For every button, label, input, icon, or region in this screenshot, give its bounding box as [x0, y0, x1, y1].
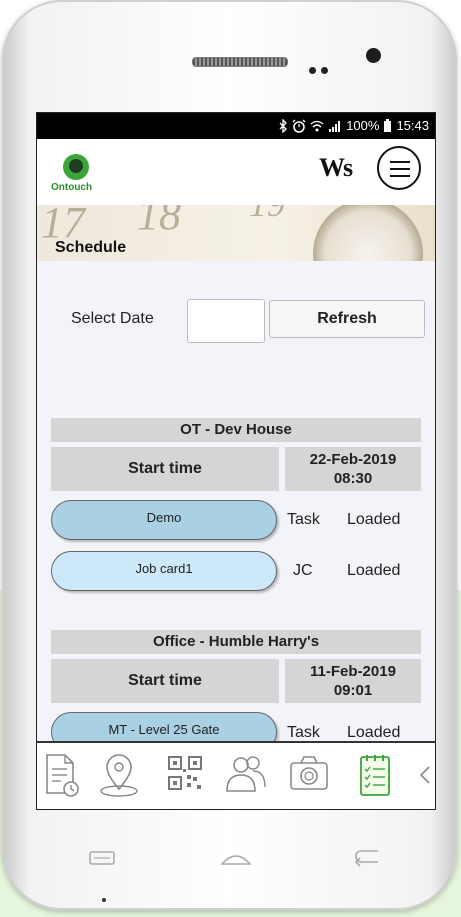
page-title: Schedule: [55, 239, 127, 256]
sensor-dot: [321, 67, 328, 74]
battery-percent: 100%: [346, 118, 380, 133]
clock-image: [313, 205, 423, 261]
report-icon[interactable]: [39, 749, 83, 801]
logo-mark: [63, 154, 89, 180]
bluetooth-icon: [279, 118, 288, 133]
item-type: JC: [293, 562, 313, 579]
item-type: Task: [287, 724, 320, 741]
alarm-icon: [292, 119, 306, 133]
app-header: Ontouch Ws: [37, 139, 435, 205]
item-status: Loaded: [347, 724, 401, 741]
qr-code-icon[interactable]: [163, 749, 207, 801]
schedule-item-button[interactable]: Demo: [51, 500, 277, 540]
calendar-number: 18: [137, 205, 181, 239]
contacts-icon[interactable]: [223, 749, 267, 801]
brand-logo: Ws: [319, 153, 353, 182]
wifi-icon: [310, 120, 324, 131]
group-header: OT - Dev House: [51, 418, 421, 442]
select-date-label: Select Date: [71, 310, 154, 327]
logo-text: Ontouch: [51, 182, 93, 193]
group-header: Office - Humble Harry's: [51, 630, 421, 654]
start-time-value: 22-Feb-2019 08:30: [285, 447, 421, 491]
home-button-icon[interactable]: [218, 846, 254, 868]
start-time: 09:01: [333, 682, 373, 699]
menu-line: [390, 175, 410, 177]
status-bar: 100% 15:43: [37, 113, 435, 139]
location-pin-icon[interactable]: [97, 749, 141, 801]
menu-line: [390, 168, 410, 170]
menu-line: [390, 161, 410, 163]
clock-time: 15:43: [396, 118, 429, 133]
signal-icon: [329, 120, 341, 132]
ontouch-logo: Ontouch: [51, 154, 105, 198]
schedule-item-button[interactable]: Job card1: [51, 551, 277, 591]
date-input[interactable]: [187, 299, 265, 343]
speaker-grille: [192, 57, 288, 67]
bottom-tab-bar: [37, 741, 435, 809]
sensor-dot: [309, 67, 316, 74]
front-camera: [366, 48, 381, 63]
more-chevron-icon[interactable]: [415, 749, 435, 801]
start-date: 22-Feb-2019: [309, 451, 397, 468]
start-time-value: 11-Feb-2019 09:01: [285, 659, 421, 703]
calendar-number: 19: [249, 205, 285, 225]
hamburger-menu-button[interactable]: [377, 146, 421, 190]
camera-icon[interactable]: [287, 749, 331, 801]
app-screen: 100% 15:43 Ontouch Ws 17 18 19 Schedule …: [36, 112, 436, 810]
start-time-label: Start time: [51, 659, 279, 703]
item-status: Loaded: [347, 511, 401, 528]
item-status: Loaded: [347, 562, 401, 579]
start-date: 11-Feb-2019: [310, 663, 396, 680]
back-button-icon[interactable]: [352, 846, 384, 868]
start-time: 08:30: [333, 470, 373, 487]
schedule-checklist-icon[interactable]: [353, 749, 397, 801]
item-type: Task: [287, 511, 320, 528]
battery-icon: [384, 118, 392, 132]
recent-apps-icon[interactable]: [87, 848, 117, 868]
refresh-button[interactable]: Refresh: [269, 300, 425, 338]
microphone-dot: [102, 898, 106, 902]
start-time-label: Start time: [51, 447, 279, 491]
